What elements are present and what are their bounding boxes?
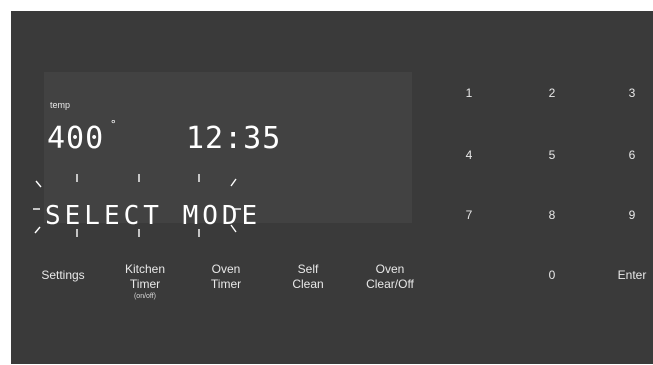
settings-label: Settings <box>41 268 85 282</box>
flash-ray <box>230 178 237 187</box>
oven-timer-button[interactable]: Oven Timer <box>196 262 256 292</box>
kitchen-timer-label-2: Timer <box>129 277 161 291</box>
kitchen-timer-button[interactable]: Kitchen Timer (on/off) <box>115 262 175 301</box>
time-readout: 12:35 <box>186 121 281 156</box>
oven-timer-label-1: Oven <box>211 262 241 276</box>
key-2[interactable]: 2 <box>532 86 572 100</box>
key-4[interactable]: 4 <box>449 148 489 162</box>
oven-timer-label-2: Timer <box>210 277 242 291</box>
oven-clear-off-button[interactable]: Oven Clear/Off <box>355 262 425 292</box>
key-6[interactable]: 6 <box>612 148 652 162</box>
key-7[interactable]: 7 <box>449 208 489 222</box>
flash-ray <box>35 180 42 188</box>
key-8[interactable]: 8 <box>532 208 572 222</box>
key-1[interactable]: 1 <box>449 86 489 100</box>
select-mode-message: SELECT MODE <box>45 201 261 231</box>
self-clean-label-1: Self <box>297 262 319 276</box>
temperature-readout: 400 <box>47 121 104 156</box>
key-5[interactable]: 5 <box>532 148 572 162</box>
oven-clear-label-2: Clear/Off <box>366 277 414 291</box>
self-clean-button[interactable]: Self Clean <box>278 262 338 292</box>
enter-key[interactable]: Enter <box>612 268 652 282</box>
self-clean-label-2: Clean <box>292 277 324 291</box>
settings-button[interactable]: Settings <box>33 268 93 283</box>
key-3[interactable]: 3 <box>612 86 652 100</box>
oven-clear-label-1: Oven <box>375 262 405 276</box>
degree-symbol: ° <box>110 118 117 131</box>
key-9[interactable]: 9 <box>612 208 652 222</box>
flash-ray <box>34 226 41 234</box>
display-svg: 400 ° 12:35 SELECT MODE <box>33 118 281 237</box>
kitchen-timer-sublabel: (on/off) <box>133 293 157 300</box>
key-0[interactable]: 0 <box>532 268 572 282</box>
kitchen-timer-label-1: Kitchen <box>124 262 166 276</box>
